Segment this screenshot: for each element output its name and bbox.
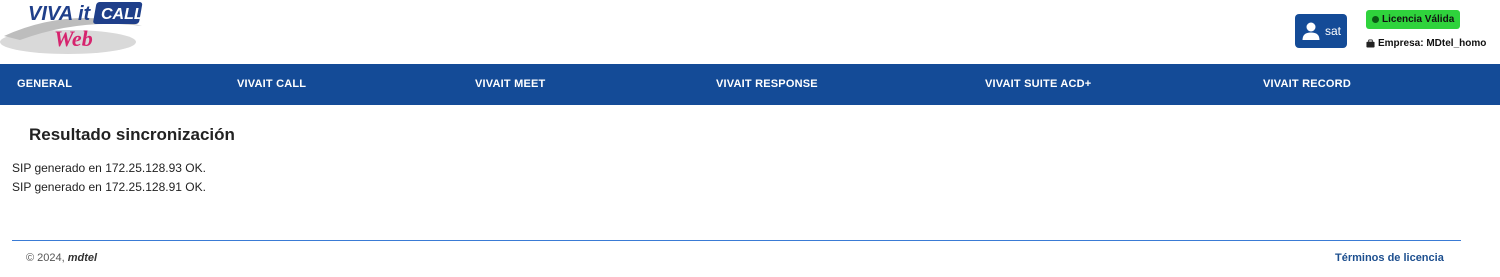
- logo-text-it: it: [78, 3, 92, 25]
- user-icon: [1302, 22, 1320, 40]
- company-label: Empresa: MDtel_homo: [1378, 38, 1487, 49]
- status-dot-icon: [1372, 16, 1379, 23]
- user-menu-button[interactable]: sat: [1295, 14, 1347, 48]
- page-title: Resultado sincronización: [29, 125, 235, 144]
- vivait-call-web-logo[interactable]: VIVA it CALL Web: [0, 0, 150, 58]
- nav-item-vivait-response[interactable]: VIVAIT RESPONSE: [716, 64, 818, 105]
- nav-item-vivait-record[interactable]: VIVAIT RECORD: [1263, 64, 1351, 105]
- briefcase-icon: [1366, 39, 1375, 48]
- license-terms-link[interactable]: Términos de licencia: [1335, 252, 1444, 264]
- result-line: SIP generado en 172.25.128.93 OK.: [12, 161, 206, 175]
- footer-divider: [12, 240, 1461, 241]
- footer-copyright: © 2024, mdtel: [26, 252, 97, 264]
- nav-item-vivait-call[interactable]: VIVAIT CALL: [237, 64, 306, 105]
- main-nav-bar: GENERAL VIVAIT CALL VIVAIT MEET VIVAIT R…: [0, 64, 1500, 105]
- copyright-company: mdtel: [67, 252, 98, 264]
- copyright-prefix: © 2024,: [26, 252, 65, 264]
- header: VIVA it CALL Web sat Licencia Válida Emp…: [0, 0, 1500, 64]
- user-name: sat: [1324, 24, 1341, 38]
- nav-item-vivait-suite-acd[interactable]: VIVAIT SUITE ACD+: [985, 64, 1091, 105]
- logo-text-web: Web: [54, 26, 93, 51]
- nav-item-general[interactable]: GENERAL: [17, 64, 72, 105]
- license-status-badge: Licencia Válida: [1366, 10, 1461, 29]
- logo-text-viva: VIVA: [28, 3, 73, 25]
- result-line: SIP generado en 172.25.128.91 OK.: [12, 180, 206, 194]
- nav-item-vivait-meet[interactable]: VIVAIT MEET: [475, 64, 545, 105]
- company-info: Empresa: MDtel_homo: [1366, 38, 1486, 49]
- license-status-text: Licencia Válida: [1382, 14, 1455, 25]
- logo-text-call: CALL: [101, 6, 144, 23]
